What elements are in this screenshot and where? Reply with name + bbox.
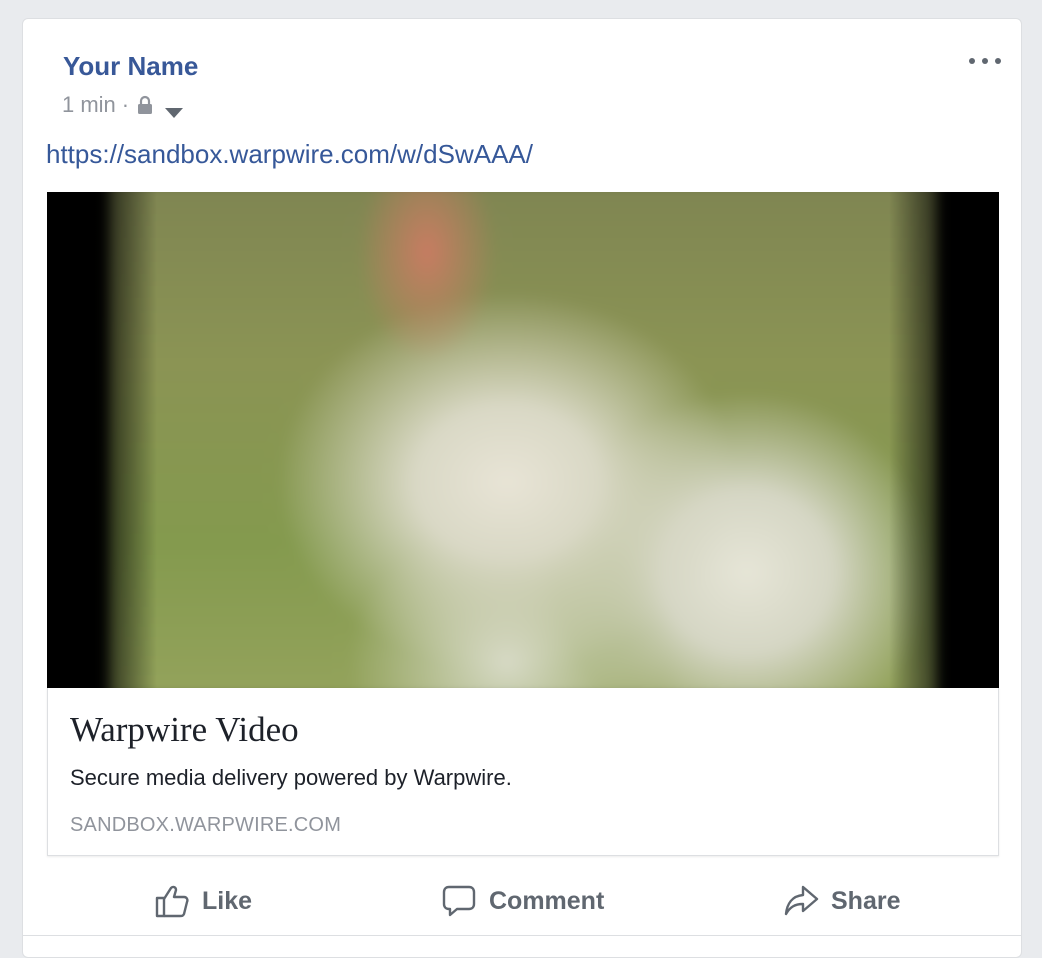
share-arrow-icon — [784, 885, 819, 916]
ellipsis-dot — [982, 58, 988, 64]
preview-domain: SANDBOX.WARPWIRE.COM — [70, 814, 342, 836]
post-link[interactable]: https://sandbox.warpwire.com/w/dSwAAA/ — [46, 139, 533, 170]
post-timestamp[interactable]: 1 min — [62, 92, 116, 118]
thumbs-up-icon — [155, 885, 189, 918]
link-preview[interactable]: Warpwire Video Secure media delivery pow… — [47, 688, 999, 856]
comment-label: Comment — [489, 886, 605, 915]
speech-bubble-icon — [442, 885, 476, 917]
preview-description: Secure media delivery powered by Warpwir… — [70, 765, 512, 790]
post-card: Your Name 1 min · https://sandbox.warpwi… — [22, 18, 1022, 958]
like-button[interactable]: Like — [154, 871, 252, 931]
author-name[interactable]: Your Name — [63, 51, 198, 82]
ellipsis-dot — [969, 58, 975, 64]
video-thumbnail[interactable] — [47, 192, 999, 688]
meta-separator: · — [121, 92, 130, 117]
like-label: Like — [202, 886, 253, 915]
footer-divider — [23, 935, 1021, 936]
caret-down-icon[interactable] — [165, 99, 184, 118]
lock-icon — [137, 95, 153, 115]
action-bar: Like Comment Share — [23, 871, 1021, 931]
post-meta: 1 min · — [62, 91, 184, 119]
preview-title: Warpwire Video — [70, 710, 299, 749]
more-options-button[interactable] — [969, 53, 1001, 69]
video-letterbox — [47, 192, 999, 688]
comment-button[interactable]: Comment — [441, 871, 604, 931]
share-label: Share — [831, 886, 901, 915]
ellipsis-dot — [995, 58, 1001, 64]
share-button[interactable]: Share — [783, 871, 900, 931]
